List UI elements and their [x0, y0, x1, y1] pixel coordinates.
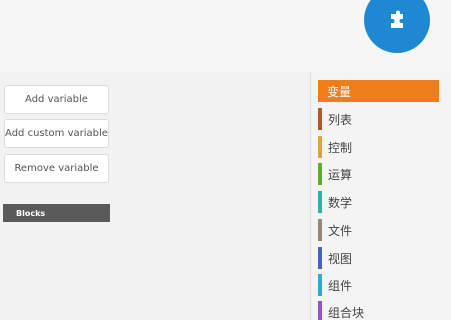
remove-variable-button[interactable]: Remove variable — [4, 154, 109, 183]
category-label: 文件 — [328, 223, 353, 238]
workspace-panel: Add variable Add custom variable Remove … — [0, 72, 311, 320]
category-label: 视图 — [328, 251, 353, 266]
category-label: 列表 — [328, 112, 353, 127]
category-color-swatch — [318, 219, 322, 241]
category-color-swatch — [318, 163, 322, 185]
category-lists[interactable]: 列表 — [318, 108, 438, 130]
add-custom-variable-button[interactable]: Add custom variable — [4, 119, 109, 148]
category-list: 变量 列表 控制 运算 数学 文件 视图 组件 组合块 — [311, 72, 451, 320]
category-label: 控制 — [328, 140, 353, 155]
category-color-swatch — [318, 274, 322, 296]
puzzle-piece-icon — [391, 10, 403, 28]
category-variables[interactable]: 变量 — [318, 80, 439, 102]
category-label: 变量 — [327, 84, 352, 99]
category-label: 运算 — [328, 167, 353, 182]
category-color-swatch — [318, 247, 322, 269]
category-file[interactable]: 文件 — [318, 219, 438, 241]
category-color-swatch — [318, 301, 322, 320]
add-variable-button[interactable]: Add variable — [4, 85, 109, 114]
category-label: 组合块 — [328, 305, 365, 320]
category-color-swatch — [318, 136, 322, 158]
category-components[interactable]: 组件 — [318, 274, 438, 296]
category-control[interactable]: 控制 — [318, 136, 438, 158]
blocks-section-header: Blocks — [3, 204, 110, 222]
category-color-swatch — [318, 191, 322, 213]
category-label: 数学 — [328, 195, 353, 210]
category-color-swatch — [318, 108, 322, 130]
category-math[interactable]: 数学 — [318, 191, 438, 213]
category-label: 组件 — [328, 278, 353, 293]
category-operators[interactable]: 运算 — [318, 163, 438, 185]
category-view[interactable]: 视图 — [318, 247, 438, 269]
category-composite-blocks[interactable]: 组合块 — [318, 301, 438, 320]
